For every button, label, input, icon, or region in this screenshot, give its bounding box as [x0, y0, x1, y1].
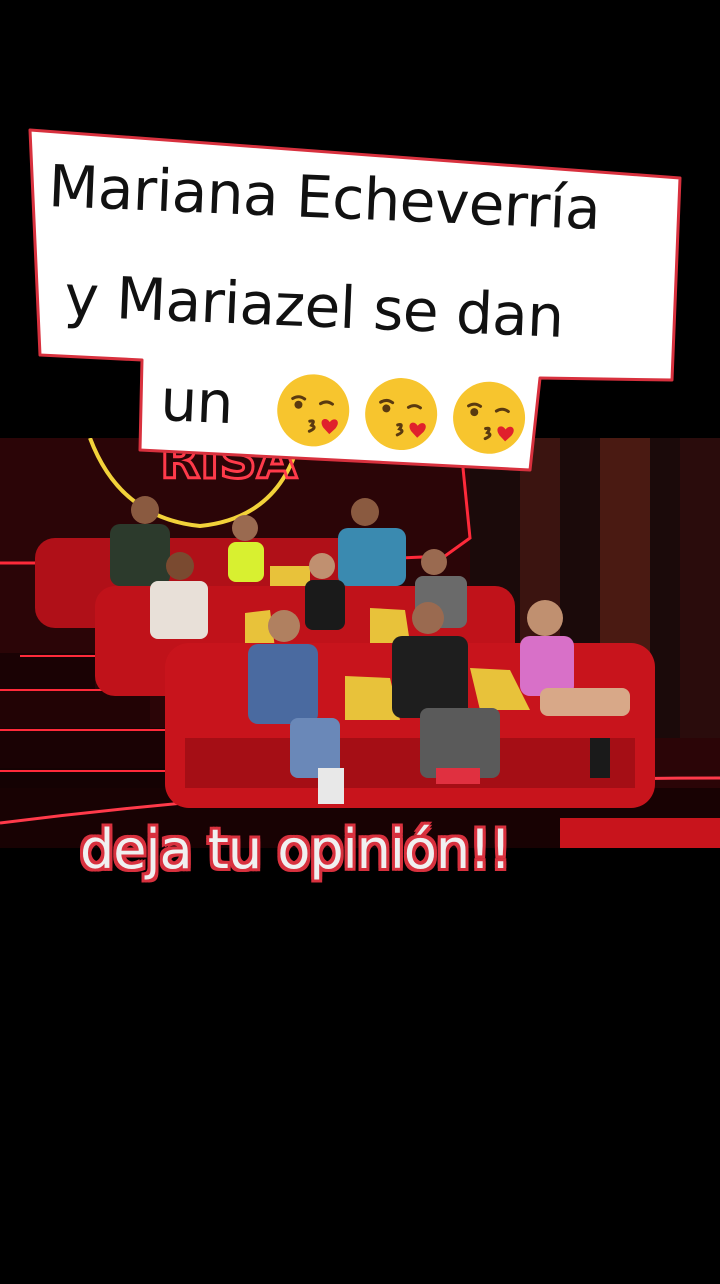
caption-line-1: Mariana Echeverría [47, 152, 602, 244]
bottom-caption: deja tu opinión!! [80, 818, 511, 881]
caption-line-2: y Mariazel se dan [63, 262, 566, 351]
caption-card: Mariana Echeverría y Mariazel se dan un [0, 0, 720, 480]
video-frame: RISA [0, 438, 720, 848]
neon-sign-text: RISA [160, 438, 297, 491]
stage-scene: RISA [0, 438, 720, 848]
caption-background [28, 128, 682, 472]
caption-line-3-text: un [159, 366, 235, 438]
